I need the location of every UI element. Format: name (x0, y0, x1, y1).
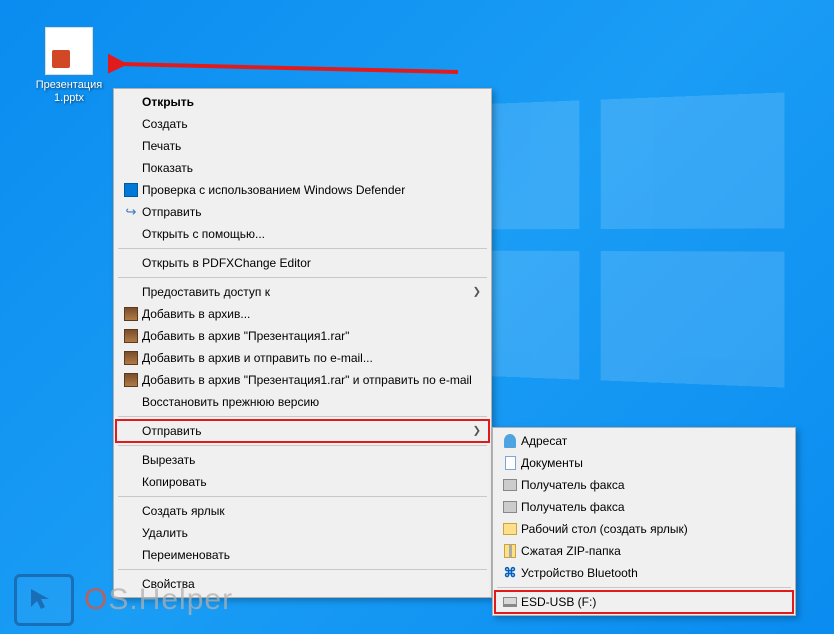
winrar-icon (120, 349, 142, 367)
menu-send-to[interactable]: Отправить❯ (116, 420, 489, 442)
menu-rar-add-named[interactable]: Добавить в архив "Презентация1.rar" (116, 325, 489, 347)
powerpoint-file-icon: P (45, 27, 93, 75)
separator (497, 587, 791, 588)
separator (118, 496, 487, 497)
winrar-icon (120, 305, 142, 323)
fax-icon (499, 476, 521, 494)
menu-show[interactable]: Показать (116, 157, 489, 179)
menu-rar-add-email[interactable]: Добавить в архив и отправить по e-mail..… (116, 347, 489, 369)
watermark-text: OS.Helper (84, 583, 233, 617)
menu-rar-add[interactable]: Добавить в архив... (116, 303, 489, 325)
menu-copy[interactable]: Копировать (116, 471, 489, 493)
menu-print[interactable]: Печать (116, 135, 489, 157)
share-icon: ↪ (120, 203, 142, 221)
separator (118, 569, 487, 570)
menu-restore-prev[interactable]: Восстановить прежнюю версию (116, 391, 489, 413)
menu-create-shortcut[interactable]: Создать ярлык (116, 500, 489, 522)
winrar-icon (120, 371, 142, 389)
sendto-bluetooth[interactable]: ⌘Устройство Bluetooth (495, 562, 793, 584)
menu-open-with[interactable]: Открыть с помощью... (116, 223, 489, 245)
file-label: Презентация 1.pptx (33, 79, 105, 105)
watermark: OS.Helper (14, 574, 233, 626)
menu-defender[interactable]: Проверка с использованием Windows Defend… (116, 179, 489, 201)
bluetooth-icon: ⌘ (499, 564, 521, 582)
separator (118, 445, 487, 446)
person-icon (499, 432, 521, 450)
fax-icon (499, 498, 521, 516)
menu-rename[interactable]: Переименовать (116, 544, 489, 566)
chevron-right-icon: ❯ (473, 426, 481, 437)
menu-share[interactable]: ↪Отправить (116, 201, 489, 223)
sendto-fax-1[interactable]: Получатель факса (495, 474, 793, 496)
menu-open-pdfx[interactable]: Открыть в PDFXChange Editor (116, 252, 489, 274)
watermark-cursor-icon (14, 574, 74, 626)
desktop-file-icon[interactable]: P Презентация 1.pptx (33, 27, 105, 105)
sendto-usb-drive[interactable]: ESD-USB (F:) (495, 591, 793, 613)
zip-icon (499, 542, 521, 560)
sendto-documents[interactable]: Документы (495, 452, 793, 474)
sendto-fax-2[interactable]: Получатель факса (495, 496, 793, 518)
sendto-desktop-shortcut[interactable]: Рабочий стол (создать ярлык) (495, 518, 793, 540)
sendto-recipient[interactable]: Адресат (495, 430, 793, 452)
context-menu: Открыть Создать Печать Показать Проверка… (113, 88, 492, 598)
menu-create[interactable]: Создать (116, 113, 489, 135)
drive-icon (499, 593, 521, 611)
shield-icon (120, 181, 142, 199)
document-icon (499, 454, 521, 472)
menu-cut[interactable]: Вырезать (116, 449, 489, 471)
winrar-icon (120, 327, 142, 345)
chevron-right-icon: ❯ (473, 287, 481, 298)
send-to-submenu: Адресат Документы Получатель факса Получ… (492, 427, 796, 616)
desktop-icon (499, 520, 521, 538)
separator (118, 416, 487, 417)
separator (118, 277, 487, 278)
sendto-zip[interactable]: Сжатая ZIP-папка (495, 540, 793, 562)
menu-delete[interactable]: Удалить (116, 522, 489, 544)
separator (118, 248, 487, 249)
annotation-arrow (108, 52, 468, 92)
menu-rar-add-named-email[interactable]: Добавить в архив "Презентация1.rar" и от… (116, 369, 489, 391)
menu-open[interactable]: Открыть (116, 91, 489, 113)
menu-grant-access[interactable]: Предоставить доступ к❯ (116, 281, 489, 303)
